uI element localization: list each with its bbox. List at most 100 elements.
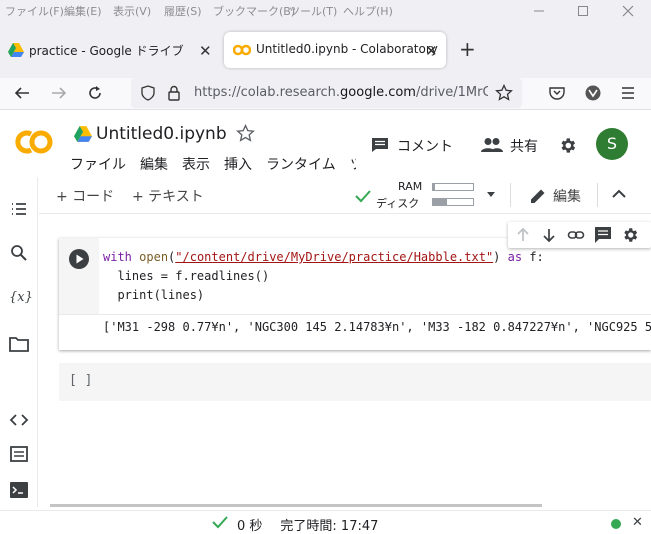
close-tab-icon[interactable]: ✕ (425, 42, 438, 60)
comment-button[interactable]: コメント (397, 136, 453, 156)
elapsed-time: 0 秒 (237, 519, 263, 534)
comment-icon[interactable] (594, 226, 612, 244)
horizontal-scrollbar[interactable] (50, 504, 542, 507)
status-bar: 0 秒 完了時間: 17:47 ✕ (0, 510, 651, 534)
toolbar-divider (510, 183, 511, 207)
code-editor[interactable]: with open("/content/drive/MyDrive/practi… (103, 248, 544, 305)
tab-google-drive[interactable]: practice - Google ドライブ ✕ (0, 32, 222, 68)
cell-gutter (59, 238, 99, 314)
ram-label: RAM (398, 180, 423, 193)
left-sidebar: {x} (0, 177, 38, 507)
variables-icon[interactable]: {x} (9, 290, 33, 305)
code-line: lines = f.readlines() (103, 269, 270, 283)
colab-logo-icon (233, 44, 251, 56)
notebook-title[interactable]: Untitled0.ipynb (96, 124, 227, 144)
disk-meter-fill (433, 199, 447, 205)
folder-icon[interactable] (8, 333, 30, 355)
pocket-icon[interactable] (548, 85, 566, 101)
cell-output: ['M31 -298 0.77¥n', 'NGC300 145 2.14783¥… (103, 320, 651, 334)
comment-icon (372, 138, 388, 152)
ram-meter-fill (433, 184, 435, 190)
execution-count: [ ] (69, 373, 93, 388)
colab-menu-file[interactable]: ファイル (70, 154, 126, 174)
code-keyword: as (507, 250, 523, 264)
code-cell[interactable]: with open("/content/drive/MyDrive/practi… (59, 238, 651, 350)
avatar[interactable]: S (596, 128, 628, 160)
close-tab-icon[interactable]: ✕ (199, 42, 212, 60)
add-text-button[interactable]: + テキスト (132, 186, 204, 206)
code-text: f: (529, 250, 544, 264)
lock-icon[interactable] (167, 85, 181, 101)
command-palette-icon[interactable] (8, 443, 30, 465)
colab-header: Untitled0.ipynb ファイル 編集 表示 挿入 ランタイム ツ コメ… (0, 111, 651, 176)
toolbar-divider (597, 183, 598, 207)
colab-menu-view[interactable]: 表示 (182, 154, 210, 174)
browser-menubar: ファイル(F) 編集(E) 表示(V) 履歴(S) ブックマーク(B) ツール(… (0, 0, 651, 22)
tab-title: practice - Google ドライブ (29, 44, 184, 58)
close-status-icon[interactable]: ✕ (632, 515, 643, 530)
menu-file[interactable]: ファイル(F) (5, 3, 64, 19)
disk-label: ディスク (376, 197, 420, 210)
move-down-icon[interactable] (540, 226, 558, 244)
output-divider (59, 314, 651, 315)
colab-menu-insert[interactable]: 挿入 (224, 154, 252, 174)
completed-time: 完了時間: 17:47 (280, 519, 379, 534)
table-of-contents-icon[interactable] (8, 198, 30, 220)
url-text[interactable]: https://colab.research.google.com/drive/… (194, 85, 488, 100)
add-code-button[interactable]: + コード (56, 186, 114, 206)
search-icon[interactable] (8, 242, 30, 264)
terminal-icon[interactable] (8, 479, 30, 501)
menu-bookmarks[interactable]: ブックマーク(B) (213, 3, 295, 19)
hamburger-menu-icon[interactable] (620, 86, 636, 100)
google-drive-icon (8, 43, 24, 57)
share-button[interactable]: 共有 (510, 136, 538, 156)
menu-view[interactable]: 表示(V) (113, 3, 151, 19)
edit-button[interactable]: 編集 (553, 186, 581, 206)
code-line: print(lines) (103, 288, 205, 302)
people-icon (481, 138, 503, 152)
code-snippets-icon[interactable] (8, 409, 30, 431)
menu-tools[interactable]: ツール(T) (289, 3, 337, 19)
navigation-bar: https://colab.research.google.com/drive/… (0, 78, 651, 110)
ram-meter[interactable] (432, 183, 474, 191)
bookmark-star-icon[interactable] (495, 84, 513, 102)
link-icon[interactable] (567, 226, 585, 244)
minimize-icon[interactable] (531, 3, 547, 19)
notebook-toolbar: + コード + テキスト RAM ディスク 編集 (39, 177, 651, 214)
menu-help[interactable]: ヘルプ(H) (343, 3, 393, 19)
status-text: 0 秒 完了時間: 17:47 (237, 515, 378, 534)
star-icon[interactable] (236, 124, 255, 143)
tab-title: Untitled0.ipynb - Colaboratory (256, 42, 438, 56)
tab-colab[interactable]: Untitled0.ipynb - Colaboratory ✕ (224, 32, 446, 68)
code-punct: ) (493, 250, 501, 264)
forward-icon[interactable] (50, 85, 68, 101)
cell-toolbar (508, 222, 651, 248)
reload-icon[interactable] (86, 84, 104, 102)
extension-icon[interactable] (584, 84, 602, 102)
run-cell-icon[interactable] (68, 248, 90, 270)
colab-logo-icon[interactable] (13, 129, 55, 155)
empty-code-cell[interactable]: [ ] (59, 363, 651, 401)
status-dot (611, 519, 621, 529)
colab-menu-edit[interactable]: 編集 (140, 154, 168, 174)
url-bar[interactable]: https://colab.research.google.com/drive/… (131, 78, 522, 108)
menu-history[interactable]: 履歴(S) (164, 3, 202, 19)
menu-edit[interactable]: 編集(E) (64, 3, 102, 19)
new-tab-icon[interactable]: + (459, 37, 476, 61)
gear-icon[interactable] (621, 226, 639, 244)
shield-icon[interactable] (140, 85, 156, 101)
chevron-down-icon[interactable] (486, 191, 496, 199)
disk-meter[interactable] (432, 198, 474, 206)
maximize-icon[interactable] (575, 3, 591, 19)
gear-icon[interactable] (558, 136, 577, 155)
close-window-icon[interactable] (620, 3, 636, 19)
tab-strip: practice - Google ドライブ ✕ Untitled0.ipynb… (0, 22, 651, 78)
google-drive-icon (74, 126, 92, 142)
checkmark-icon (212, 516, 228, 529)
back-icon[interactable] (13, 85, 31, 101)
colab-menu-runtime[interactable]: ランタイム (266, 154, 336, 174)
pencil-icon (531, 189, 545, 203)
chevron-up-icon[interactable] (612, 189, 626, 199)
move-up-icon[interactable] (514, 226, 532, 244)
colab-menu-tools[interactable]: ツ (350, 154, 356, 174)
